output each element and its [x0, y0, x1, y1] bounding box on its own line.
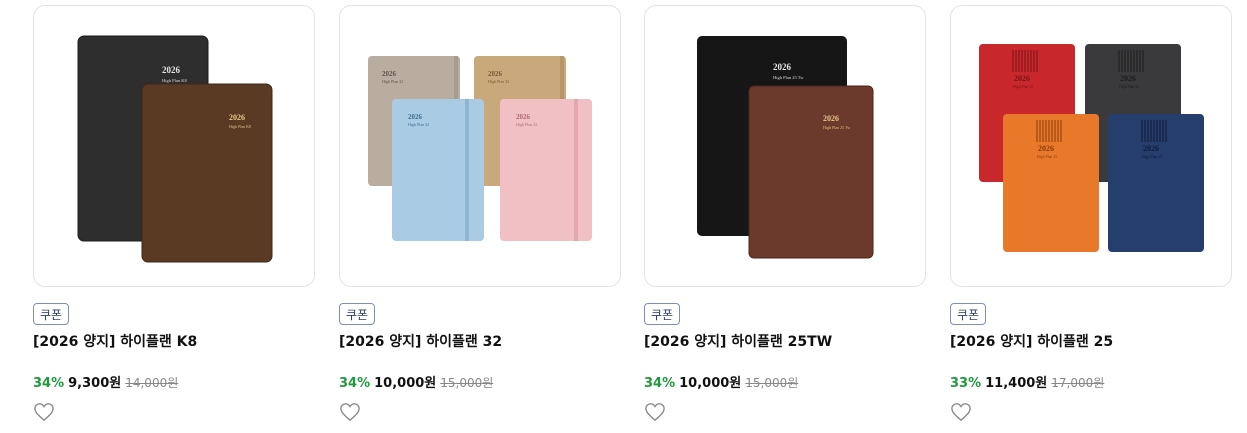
product-card[interactable]: 2026 High Plan K8 2026 High Plan K8 쿠폰 […: [33, 5, 315, 422]
sale-price: 11,400원: [985, 376, 1048, 391]
svg-text:2026: 2026: [229, 113, 245, 122]
coupon-badge: 쿠폰: [33, 303, 70, 325]
original-price: 17,000원: [1051, 376, 1105, 390]
product-image[interactable]: 2026 High Plan 25 2026 High Plan 25 2026…: [950, 5, 1232, 287]
price-row: 34% 10,000원 15,000원: [339, 372, 493, 391]
svg-text:High Plan 32: High Plan 32: [382, 79, 403, 84]
svg-text:2026: 2026: [1143, 144, 1159, 153]
product-card[interactable]: 2026 High Plan 32 2026 High Plan 32 2026…: [339, 5, 621, 422]
sale-price: 9,300원: [68, 376, 122, 391]
svg-text:High Plan 25: High Plan 25: [1037, 155, 1057, 159]
product-title[interactable]: [2026 양지] 하이플랜 25: [950, 331, 1113, 351]
product-card[interactable]: 2026 High Plan 25 Tw 2026 High Plan 25 T…: [644, 5, 926, 422]
svg-text:2026: 2026: [488, 70, 503, 78]
original-price: 15,000원: [745, 376, 799, 390]
coupon-badge: 쿠폰: [644, 303, 681, 325]
planner-image-25tw: 2026 High Plan 25 Tw 2026 High Plan 25 T…: [697, 36, 874, 259]
discount-rate: 34%: [33, 376, 65, 391]
sale-price: 10,000원: [374, 376, 437, 391]
heart-icon[interactable]: [644, 402, 666, 422]
product-title[interactable]: [2026 양지] 하이플랜 32: [339, 331, 502, 351]
heart-icon[interactable]: [950, 402, 972, 422]
discount-rate: 34%: [644, 376, 676, 391]
discount-rate: 33%: [950, 376, 982, 391]
price-row: 34% 10,000원 15,000원: [644, 372, 798, 391]
product-title[interactable]: [2026 양지] 하이플랜 25TW: [644, 331, 832, 351]
product-image[interactable]: 2026 High Plan 25 Tw 2026 High Plan 25 T…: [644, 5, 926, 287]
sale-price: 10,000원: [679, 376, 742, 391]
svg-text:2026: 2026: [382, 70, 397, 78]
svg-text:High Plan 25: High Plan 25: [1119, 85, 1139, 89]
svg-text:2026: 2026: [1120, 74, 1136, 83]
svg-text:High Plan 25: High Plan 25: [1013, 85, 1033, 89]
svg-text:2026: 2026: [1014, 74, 1030, 83]
svg-text:2026: 2026: [773, 62, 792, 72]
svg-text:High Plan 25 Tw: High Plan 25 Tw: [823, 125, 850, 130]
product-title[interactable]: [2026 양지] 하이플랜 K8: [33, 331, 197, 351]
product-card[interactable]: 2026 High Plan 25 2026 High Plan 25 2026…: [950, 5, 1232, 422]
svg-text:2026: 2026: [162, 65, 181, 75]
svg-text:High Plan 32: High Plan 32: [516, 122, 537, 127]
product-grid: 2026 High Plan K8 2026 High Plan K8 쿠폰 […: [0, 0, 1247, 433]
svg-text:2026: 2026: [516, 113, 531, 121]
original-price: 14,000원: [125, 376, 179, 390]
svg-text:High Plan K8: High Plan K8: [229, 124, 251, 129]
discount-rate: 34%: [339, 376, 371, 391]
svg-text:2026: 2026: [823, 114, 839, 123]
svg-text:High Plan 25: High Plan 25: [1142, 155, 1162, 159]
coupon-badge: 쿠폰: [950, 303, 987, 325]
price-row: 34% 9,300원 14,000원: [33, 372, 178, 391]
original-price: 15,000원: [440, 376, 494, 390]
svg-text:High Plan 25 Tw: High Plan 25 Tw: [773, 75, 804, 80]
planner-image-32: 2026 High Plan 32 2026 High Plan 32 2026…: [368, 56, 592, 241]
svg-text:High Plan K8: High Plan K8: [162, 78, 188, 83]
product-image[interactable]: 2026 High Plan 32 2026 High Plan 32 2026…: [339, 5, 621, 287]
svg-text:High Plan 32: High Plan 32: [488, 79, 509, 84]
heart-icon[interactable]: [33, 402, 55, 422]
coupon-badge: 쿠폰: [339, 303, 376, 325]
planner-image-25: 2026 High Plan 25 2026 High Plan 25 2026…: [979, 44, 1204, 252]
price-row: 33% 11,400원 17,000원: [950, 372, 1104, 391]
svg-text:2026: 2026: [1038, 144, 1054, 153]
svg-text:2026: 2026: [408, 113, 423, 121]
svg-text:High Plan 32: High Plan 32: [408, 122, 429, 127]
heart-icon[interactable]: [339, 402, 361, 422]
product-image[interactable]: 2026 High Plan K8 2026 High Plan K8: [33, 5, 315, 287]
planner-image-k8: 2026 High Plan K8 2026 High Plan K8: [77, 35, 273, 263]
